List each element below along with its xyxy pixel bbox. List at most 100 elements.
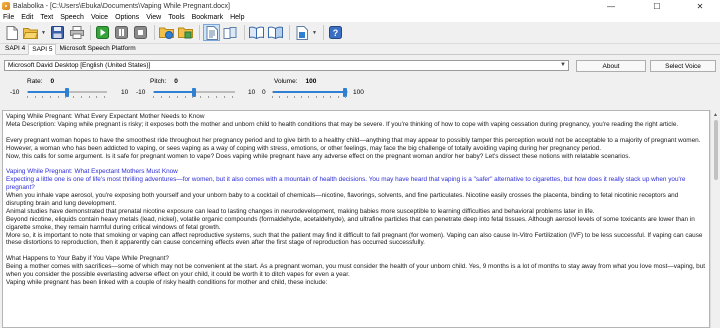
pitch-min: -10 [136, 89, 146, 96]
slider-tick [88, 96, 90, 98]
select-voice-button[interactable]: Select Voice [650, 60, 716, 72]
toolbar: ▼ ▼ ? [0, 22, 720, 44]
slider-ticks [27, 96, 105, 98]
doc-paragraph-highlighted: Expecting a little one is one of life's … [6, 176, 688, 192]
save-icon[interactable] [49, 24, 66, 41]
slider-tick [34, 96, 36, 98]
menu-view[interactable]: View [146, 14, 161, 21]
doc-paragraph: Every pregnant woman hopes to have the s… [6, 136, 701, 144]
menu-tools[interactable]: Tools [168, 14, 184, 21]
slider-tick [344, 96, 346, 98]
text-editor[interactable]: Vaping While Pregnant: What Every Expect… [2, 110, 710, 328]
rate-label: Rate: 0 [27, 78, 55, 85]
menu-text[interactable]: Text [40, 14, 53, 21]
toolbar-separator [244, 25, 245, 40]
volume-min: 0 [262, 89, 266, 96]
minimize-button[interactable]: — [588, 0, 634, 12]
bookmark-dropdown-icon[interactable]: ▼ [312, 30, 318, 36]
slider-tick [184, 96, 186, 98]
doc-paragraph: Animal studies have demonstrated that pr… [6, 207, 595, 215]
tab-speech-platform[interactable]: Microsoft Speech Platform [56, 44, 138, 54]
print-icon[interactable] [68, 24, 85, 41]
slider-tick [153, 96, 154, 98]
menu-speech[interactable]: Speech [60, 14, 84, 21]
menu-edit[interactable]: Edit [21, 14, 33, 21]
doc-paragraph: Meta Description: Vaping while pregnant … [6, 120, 679, 128]
window-title: Balabolka - [C:\Users\Ebuka\Documents\Va… [13, 2, 230, 10]
menu-help[interactable]: Help [230, 14, 244, 21]
doc-heading: What Happens to Your Baby if You Vape Wh… [6, 255, 169, 263]
slider-tick [323, 96, 325, 98]
slider-tick [208, 96, 210, 98]
window-controls: — ☐ ✕ [588, 0, 720, 12]
doc-paragraph: Vaping while pregnant has been linked wi… [6, 278, 328, 286]
volume-slider[interactable] [272, 88, 348, 97]
slider-tick [80, 96, 82, 98]
bookmark-icon[interactable] [293, 24, 310, 41]
balabolka-app-icon [2, 2, 10, 10]
open-dropdown-icon[interactable]: ▼ [41, 30, 47, 36]
rate-max: 10 [121, 89, 129, 96]
rate-min: -10 [10, 89, 20, 96]
vertical-scrollbar[interactable]: ▲ [710, 110, 720, 328]
doc-paragraph: Beyond nicotine, eliquids contain heavy … [6, 215, 697, 231]
toolbar-separator [199, 25, 200, 40]
slider-tick [73, 96, 75, 98]
slider-tick [279, 96, 281, 98]
slider-tick [96, 96, 98, 98]
slider-tick [337, 96, 339, 98]
toolbar-separator [90, 25, 91, 40]
slider-tick [301, 96, 303, 98]
toolbar-separator [289, 25, 290, 40]
pitch-value: 0 [174, 78, 178, 85]
pause-icon[interactable] [113, 24, 130, 41]
doc-heading-highlighted: Vaping While Pregnant: What Expectant Mo… [6, 168, 178, 176]
close-button[interactable]: ✕ [680, 0, 720, 12]
open-folder-icon[interactable] [22, 24, 39, 41]
tab-sapi5[interactable]: SAPI 5 [28, 44, 57, 55]
doc-title: Vaping While Pregnant: What Every Expect… [6, 113, 205, 120]
slider-ticks [153, 96, 233, 98]
voice-select[interactable]: Microsoft David Desktop [English (United… [4, 60, 569, 71]
toolbar-separator [154, 25, 155, 40]
play-icon[interactable] [94, 24, 111, 41]
pitch-slider[interactable] [153, 88, 235, 97]
svg-text:?: ? [333, 28, 339, 38]
pitch-slider-block: Pitch: 0 -10 10 [136, 75, 276, 99]
scrollbar-thumb[interactable] [714, 120, 718, 180]
open-book-icon[interactable] [248, 24, 265, 41]
split-audio-icon[interactable] [177, 24, 194, 41]
engine-tabs: SAPI 4 SAPI 5 Microsoft Speech Platform [0, 44, 720, 55]
slider-tick [272, 96, 273, 98]
slider-tick [192, 96, 194, 98]
about-button[interactable]: About [576, 60, 646, 72]
slider-tick [57, 96, 59, 98]
slider-tick [160, 96, 162, 98]
menu-voice[interactable]: Voice [91, 14, 108, 21]
menu-bookmark[interactable]: Bookmark [192, 14, 224, 21]
menu-bar: File Edit Text Speech Voice Options View… [0, 12, 720, 22]
maximize-button[interactable]: ☐ [634, 0, 680, 12]
rate-value: 0 [50, 78, 55, 85]
stop-icon[interactable] [132, 24, 149, 41]
text-view-icon[interactable] [203, 24, 220, 41]
rate-slider[interactable] [27, 88, 107, 97]
compare-docs-icon[interactable] [222, 24, 239, 41]
volume-max: 100 [353, 89, 364, 96]
slider-tick [216, 96, 218, 98]
slider-tick [168, 96, 170, 98]
menu-options[interactable]: Options [115, 14, 139, 21]
menu-file[interactable]: File [3, 14, 14, 21]
rate-slider-block: Rate: 0 -10 10 [0, 75, 140, 99]
scroll-up-icon[interactable]: ▲ [713, 112, 718, 118]
slider-tick [286, 96, 288, 98]
slider-tick [231, 96, 233, 98]
dictionary-icon[interactable] [267, 24, 284, 41]
slider-tick [224, 96, 226, 98]
slider-tick [42, 96, 44, 98]
help-icon[interactable]: ? [327, 24, 344, 41]
save-audio-icon[interactable] [158, 24, 175, 41]
slider-ticks [272, 96, 346, 98]
new-document-icon[interactable] [3, 24, 20, 41]
tab-sapi4[interactable]: SAPI 4 [2, 44, 28, 54]
